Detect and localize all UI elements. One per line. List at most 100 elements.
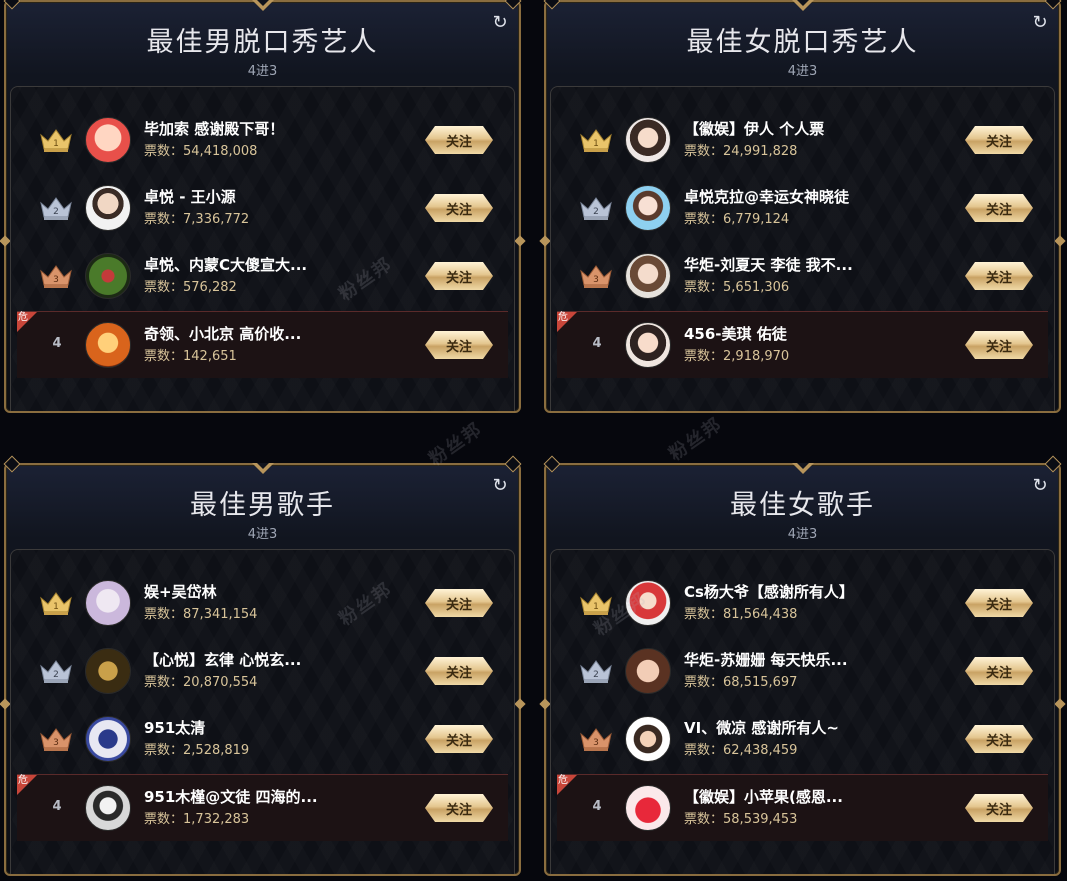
panel-best-female-standup: 最佳女脱口秀艺人 4进3 ↻ 1 【徽娱】伊人 个人票 票数：24,991,82… (539, 0, 1066, 413)
avatar[interactable] (85, 253, 131, 299)
frame-corner-right (504, 0, 522, 10)
avatar[interactable] (85, 117, 131, 163)
avatar[interactable] (85, 185, 131, 231)
list-item: 3 华炬-刘夏天 李徒 我不... 票数：5,651,306 关注 (557, 243, 1048, 309)
frame-corner-left (543, 455, 561, 473)
rank-number: 3 (593, 738, 599, 748)
follow-button[interactable]: 关注 (965, 194, 1033, 222)
contestant-name[interactable]: 奇领、小北京 高价收... (144, 323, 301, 344)
avatar[interactable] (85, 648, 131, 694)
votes-label: 票数： (684, 349, 724, 364)
list-item: 3 951太清 票数：2,528,819 关注 (17, 706, 508, 772)
avatar[interactable] (625, 648, 671, 694)
contestant-name[interactable]: 卓悦 - 王小源 (144, 186, 236, 207)
avatar[interactable] (625, 253, 671, 299)
crown-silver-icon: 2 (580, 660, 612, 683)
avatar[interactable] (85, 716, 131, 762)
follow-button[interactable]: 关注 (425, 794, 493, 822)
rank-number: 4 (592, 336, 602, 351)
follow-button[interactable]: 关注 (965, 126, 1033, 154)
follow-button[interactable]: 关注 (425, 126, 493, 154)
contestant-name[interactable]: 华炬-苏姗姗 每天快乐... (684, 649, 848, 670)
rank-number: 3 (593, 275, 599, 285)
vote-count: 票数：7,336,772 (144, 208, 249, 227)
contestant-name[interactable]: 毕加索 感谢殿下哥！ (144, 118, 284, 139)
frame-side-ornament (1054, 698, 1066, 710)
follow-button[interactable]: 关注 (965, 657, 1033, 685)
follow-button[interactable]: 关注 (425, 331, 493, 359)
frame-corner-right (504, 455, 522, 473)
list-item-danger: 危 4 951木槿@文徒 四海的... 票数：1,732,283 关注 (17, 774, 508, 841)
contestant-name[interactable]: 卓悦克拉@幸运女神晓徒 (684, 186, 849, 207)
contestant-name[interactable]: 951太清 (144, 717, 205, 738)
list-item: 3 VI、微凉 感谢所有人~ 票数：62,438,459 关注 (557, 706, 1048, 772)
vote-count: 票数：20,870,554 (144, 671, 257, 690)
avatar[interactable] (625, 580, 671, 626)
list-item: 1 娱+吴岱林 票数：87,341,154 关注 (17, 570, 508, 636)
follow-button[interactable]: 关注 (425, 589, 493, 617)
votes-value: 68,515,697 (723, 675, 798, 690)
votes-label: 票数： (684, 607, 724, 622)
follow-button[interactable]: 关注 (965, 725, 1033, 753)
rank-number: 2 (593, 670, 599, 680)
frame-corner-left (3, 455, 21, 473)
avatar[interactable] (625, 322, 671, 368)
votes-value: 5,651,306 (723, 280, 790, 295)
panel-subtitle: 4进3 (247, 527, 278, 542)
votes-value: 24,991,828 (723, 144, 798, 159)
follow-button[interactable]: 关注 (965, 794, 1033, 822)
follow-button[interactable]: 关注 (965, 331, 1033, 359)
contestant-name[interactable]: Cs杨大爷【感谢所有人】 (684, 581, 854, 602)
rank-number: 3 (53, 738, 59, 748)
contestant-name[interactable]: 华炬-刘夏天 李徒 我不... (684, 254, 853, 275)
avatar[interactable] (85, 580, 131, 626)
panel-best-male-standup: 最佳男脱口秀艺人 4进3 ↻ 1 毕加索 感谢殿下哥！ 票数：54,418,00… (0, 0, 526, 413)
vote-count: 票数：62,438,459 (684, 739, 797, 758)
vote-count: 票数：1,732,283 (144, 808, 249, 827)
panel-title: 最佳女歌手 (730, 490, 875, 521)
votes-value: 54,418,008 (183, 144, 258, 159)
contestant-name[interactable]: 【心悦】玄律 心悦玄... (144, 649, 301, 670)
follow-button[interactable]: 关注 (425, 194, 493, 222)
refresh-icon[interactable]: ↻ (1031, 14, 1049, 32)
contestant-name[interactable]: 【徽娱】小苹果(感恩... (684, 786, 843, 807)
contestant-name[interactable]: 卓悦、内蒙C大傻宣大... (144, 254, 307, 275)
follow-button[interactable]: 关注 (425, 657, 493, 685)
danger-badge-label: 危 (558, 312, 568, 323)
votes-value: 7,336,772 (183, 212, 250, 227)
panel-best-male-singer: 最佳男歌手 4进3 ↻ 1 娱+吴岱林 票数：87,341,154 关注 2 【… (0, 455, 526, 876)
vote-count: 票数：2,528,819 (144, 739, 249, 758)
rank-number: 4 (52, 799, 62, 814)
vote-count: 票数：5,651,306 (684, 276, 789, 295)
avatar[interactable] (625, 716, 671, 762)
votes-value: 576,282 (183, 280, 237, 295)
follow-button[interactable]: 关注 (965, 589, 1033, 617)
contestant-name[interactable]: 951木槿@文徒 四海的... (144, 786, 318, 807)
votes-label: 票数： (144, 812, 184, 827)
contestant-name[interactable]: VI、微凉 感谢所有人~ (684, 717, 839, 738)
votes-label: 票数： (684, 812, 724, 827)
avatar[interactable] (625, 785, 671, 831)
danger-badge-label: 危 (18, 775, 28, 786)
refresh-icon[interactable]: ↻ (491, 477, 509, 495)
follow-button[interactable]: 关注 (425, 725, 493, 753)
contestant-name[interactable]: 【徽娱】伊人 个人票 (684, 118, 824, 139)
avatar[interactable] (625, 117, 671, 163)
follow-button[interactable]: 关注 (965, 262, 1033, 290)
follow-button[interactable]: 关注 (425, 262, 493, 290)
crown-bronze-icon: 3 (580, 265, 612, 288)
crown-bronze-icon: 3 (580, 728, 612, 751)
frame-side-ornament (514, 698, 526, 710)
list-item: 2 华炬-苏姗姗 每天快乐... 票数：68,515,697 关注 (557, 638, 1048, 704)
avatar[interactable] (85, 785, 131, 831)
contestant-name[interactable]: 456-美琪 佑徒 (684, 323, 787, 344)
votes-value: 81,564,438 (723, 607, 798, 622)
avatar[interactable] (85, 322, 131, 368)
contestant-name[interactable]: 娱+吴岱林 (144, 581, 217, 602)
refresh-icon[interactable]: ↻ (491, 14, 509, 32)
avatar[interactable] (625, 185, 671, 231)
crown-bronze-icon: 3 (40, 265, 72, 288)
refresh-icon[interactable]: ↻ (1031, 477, 1049, 495)
vote-count: 票数：68,515,697 (684, 671, 797, 690)
rank-number: 4 (52, 336, 62, 351)
